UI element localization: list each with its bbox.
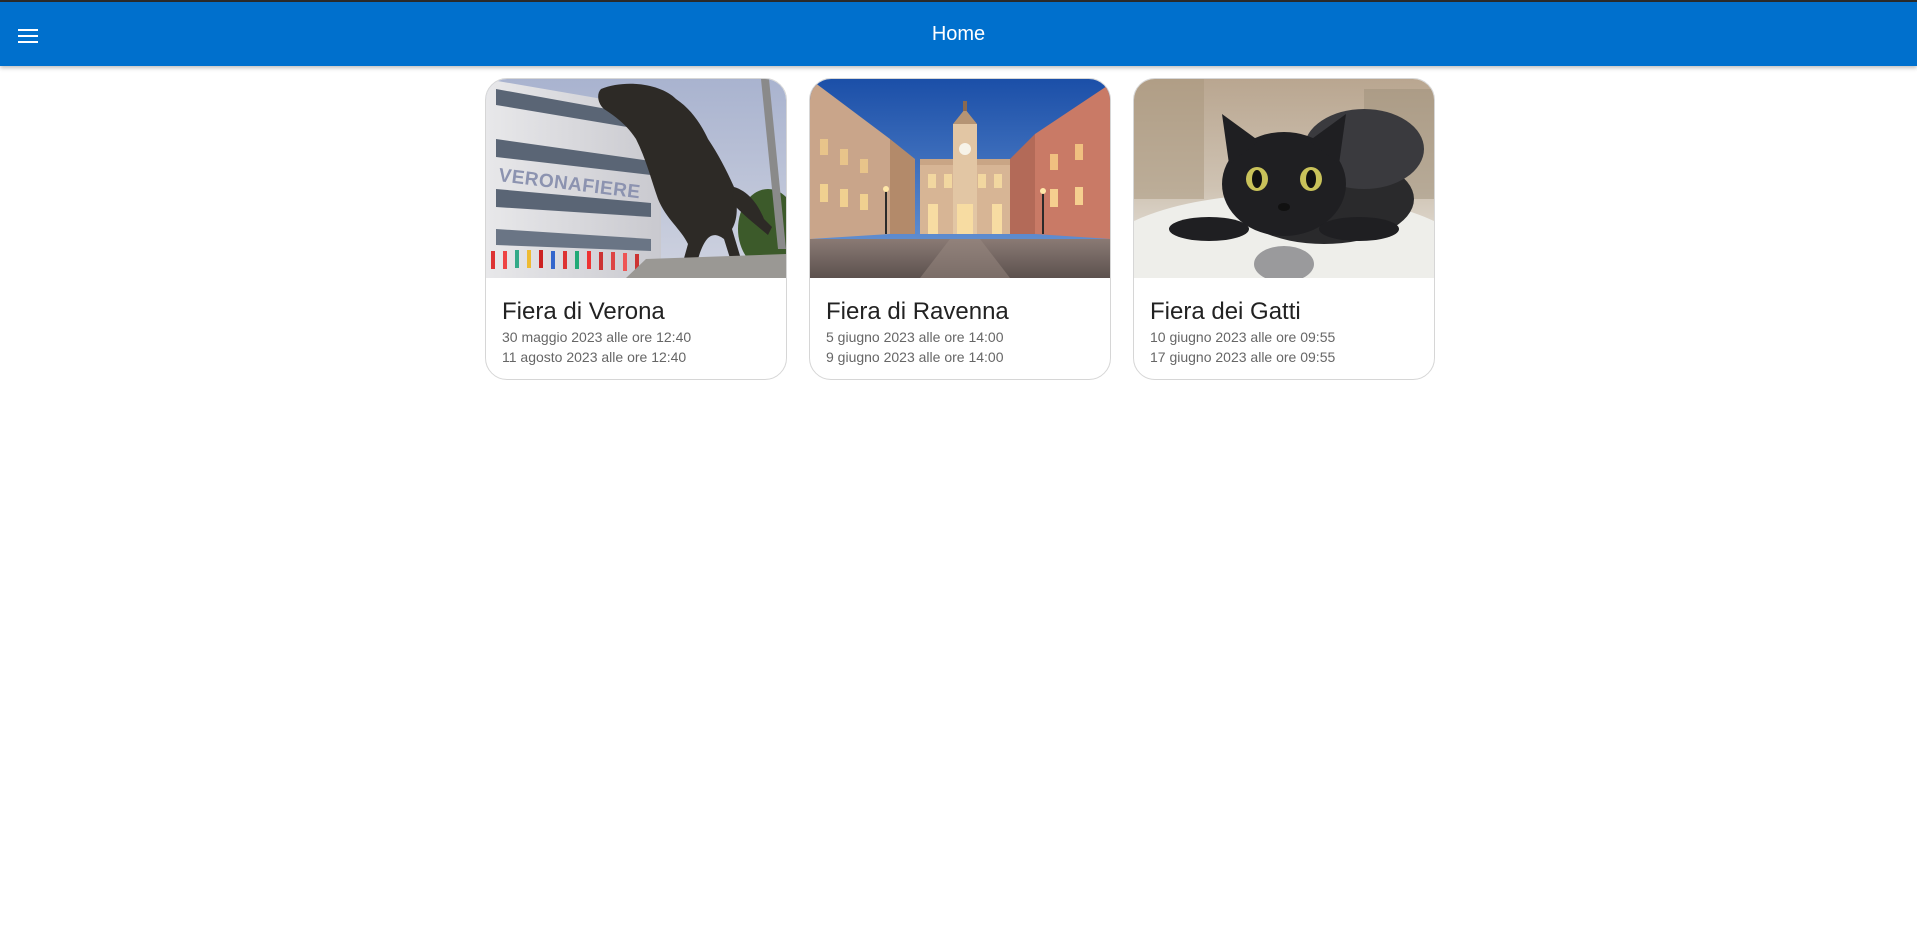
event-card-list: VERONAFIERE Fiera di Verona 30 maggio 20… xyxy=(485,78,1435,380)
menu-icon xyxy=(18,29,38,43)
event-title: Fiera dei Gatti xyxy=(1150,298,1301,325)
event-image-cat xyxy=(1134,79,1434,278)
event-end-date: 9 giugno 2023 alle ore 14:00 xyxy=(826,349,1004,365)
event-start-date: 30 maggio 2023 alle ore 12:40 xyxy=(502,329,692,345)
event-start-date: 10 giugno 2023 alle ore 09:55 xyxy=(1150,329,1336,345)
event-image-verona: VERONAFIERE xyxy=(486,79,786,278)
event-title: Fiera di Verona xyxy=(502,298,665,325)
event-end-date: 11 agosto 2023 alle ore 12:40 xyxy=(502,349,687,365)
event-start-date: 5 giugno 2023 alle ore 14:00 xyxy=(826,329,1004,345)
event-card[interactable]: Fiera di Ravenna 5 giugno 2023 alle ore … xyxy=(809,78,1111,380)
menu-button[interactable] xyxy=(8,16,48,56)
page-title: Home xyxy=(931,23,986,45)
event-card[interactable]: Fiera dei Gatti 10 giugno 2023 alle ore … xyxy=(1133,78,1435,380)
event-image-ravenna xyxy=(810,79,1110,278)
event-card[interactable]: VERONAFIERE Fiera di Verona 30 maggio 20… xyxy=(485,78,787,380)
event-end-date: 17 giugno 2023 alle ore 09:55 xyxy=(1150,349,1336,365)
event-title: Fiera di Ravenna xyxy=(826,298,1009,325)
app-toolbar: Home xyxy=(0,2,1917,66)
